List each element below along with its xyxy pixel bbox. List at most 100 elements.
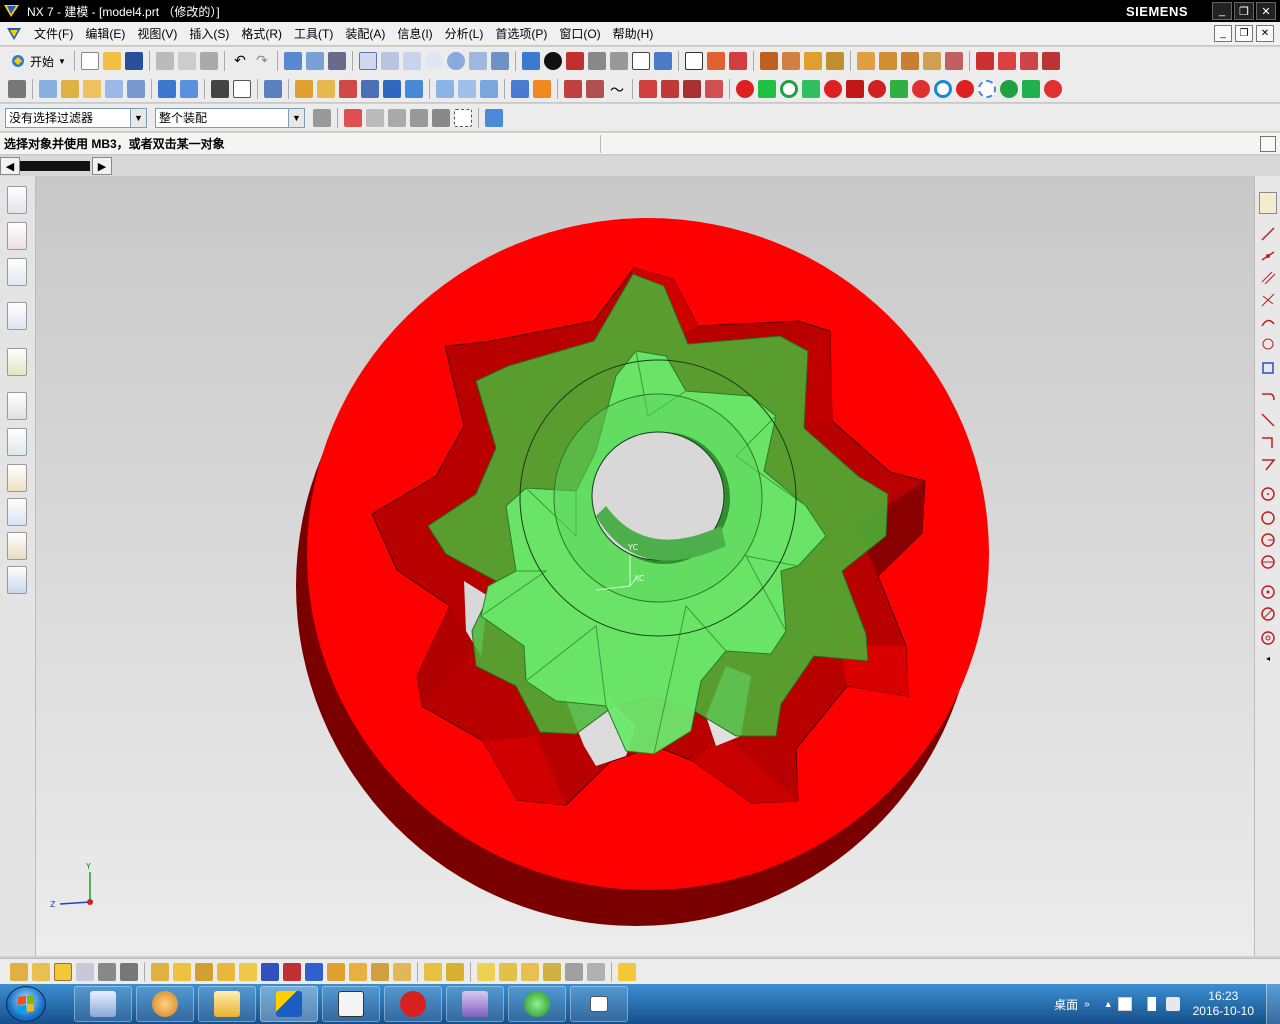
measure-angle-icon[interactable]: [803, 52, 822, 70]
circle-point-icon[interactable]: [1260, 630, 1276, 646]
menu-format[interactable]: 格式(R): [235, 23, 288, 45]
menu-file[interactable]: 文件(F): [28, 23, 79, 45]
web-browser-icon[interactable]: [7, 348, 27, 376]
studio-icon[interactable]: [587, 52, 606, 70]
fit-icon[interactable]: [358, 52, 377, 70]
graphics-window[interactable]: YC XC Y Z: [36, 176, 1254, 956]
cut-icon[interactable]: [155, 52, 174, 70]
intersect-icon[interactable]: [264, 79, 282, 98]
display-icon[interactable]: [305, 52, 324, 70]
tray-expand-icon[interactable]: ▲: [1104, 999, 1113, 1009]
taskbar-nx[interactable]: [260, 986, 318, 1022]
trim-corner-icon[interactable]: [1260, 456, 1276, 472]
assembly-tool-6-icon[interactable]: [120, 962, 138, 981]
orient-view-icon[interactable]: [653, 52, 672, 70]
unite-icon[interactable]: [211, 79, 229, 98]
manufacturing-wizard-icon[interactable]: [7, 498, 27, 526]
menu-assemblies[interactable]: 装配(A): [339, 23, 391, 45]
assembly-icon-4[interactable]: [922, 52, 941, 70]
undo-selection-icon[interactable]: [366, 108, 384, 127]
snap-control-icon[interactable]: [802, 79, 820, 98]
clearance-icon[interactable]: [393, 962, 411, 981]
bom-icon[interactable]: [587, 962, 605, 981]
parallel-line-icon[interactable]: [1260, 270, 1276, 286]
action-center-icon[interactable]: [1117, 997, 1132, 1011]
cylinder-icon[interactable]: [180, 79, 198, 98]
background-icon[interactable]: [631, 52, 650, 70]
circle-tangent-two-icon[interactable]: [1260, 606, 1276, 622]
maximize-button[interactable]: ❐: [1234, 2, 1254, 20]
datum-icon[interactable]: [105, 79, 123, 98]
assembly-tool-2-icon[interactable]: [32, 962, 50, 981]
show-desktop-button[interactable]: [1266, 984, 1280, 1024]
assembly-tool-1-icon[interactable]: [10, 962, 28, 981]
surface-icon-4[interactable]: [705, 79, 723, 98]
taskbar-drafting[interactable]: [446, 986, 504, 1022]
chamfer-icon[interactable]: [317, 79, 335, 98]
explode-icon[interactable]: [327, 962, 345, 981]
scope-select[interactable]: 整个装配 ▼: [155, 107, 305, 128]
select-feature-icon[interactable]: [410, 108, 428, 127]
assembly-navigator-icon[interactable]: [7, 186, 27, 214]
tab-scroll-thumb[interactable]: [20, 161, 90, 171]
copy-icon[interactable]: [177, 52, 196, 70]
revolve-icon[interactable]: [83, 79, 101, 98]
paste-icon[interactable]: [199, 52, 218, 70]
undo-icon[interactable]: ↶: [231, 52, 249, 70]
layer-icon[interactable]: [609, 52, 628, 70]
wave-link-icon[interactable]: [371, 962, 389, 981]
rotate-icon[interactable]: [446, 52, 465, 70]
select-faces-icon[interactable]: [388, 108, 406, 127]
snap-existing-icon[interactable]: [846, 79, 864, 98]
show-constraints-icon[interactable]: [305, 962, 323, 981]
snap-quadrant-icon[interactable]: [868, 79, 886, 98]
network-icon[interactable]: [1141, 997, 1156, 1011]
product-outline-icon[interactable]: [543, 962, 561, 981]
split-body-icon[interactable]: [458, 79, 476, 98]
wcs-rotate-icon[interactable]: [728, 52, 747, 70]
measure-length-icon[interactable]: [781, 52, 800, 70]
dock-toggle-icon[interactable]: [1259, 192, 1277, 214]
assembly-cut-icon[interactable]: [424, 962, 442, 981]
sew-icon[interactable]: [480, 79, 498, 98]
app-menu-icon[interactable]: [6, 26, 22, 42]
zoom-icon[interactable]: [380, 52, 399, 70]
mirror-icon[interactable]: [383, 79, 401, 98]
magnify-icon[interactable]: [424, 52, 443, 70]
subtract-icon[interactable]: [233, 79, 251, 98]
fillet-icon[interactable]: [1260, 390, 1276, 406]
curve-offset-icon[interactable]: [1019, 52, 1038, 70]
menu-help[interactable]: 帮助(H): [607, 23, 660, 45]
close-button[interactable]: ✕: [1256, 2, 1276, 20]
shaded-view-icon[interactable]: [521, 52, 540, 70]
component-icon[interactable]: [485, 108, 503, 127]
assembly-icon-1[interactable]: [856, 52, 875, 70]
volume-icon[interactable]: [1165, 997, 1180, 1011]
snap-all-icon[interactable]: [1044, 79, 1062, 98]
edit-object-icon[interactable]: [283, 52, 302, 70]
pattern-icon[interactable]: [405, 79, 423, 98]
circle-center-icon[interactable]: [1260, 486, 1276, 502]
constraint-navigator-icon[interactable]: [7, 222, 27, 250]
desktop-toolbar-label[interactable]: 桌面: [1054, 996, 1078, 1013]
minimize-button[interactable]: _: [1212, 2, 1232, 20]
line-point-icon[interactable]: [1260, 248, 1276, 264]
flame-icon[interactable]: [533, 79, 551, 98]
sketch-icon[interactable]: [39, 79, 57, 98]
assembly-icon-3[interactable]: [900, 52, 919, 70]
taskbar-explorer[interactable]: [198, 986, 256, 1022]
snap-pole-icon[interactable]: [1022, 79, 1040, 98]
visual-reporting-icon[interactable]: [565, 962, 583, 981]
snap-intersect-icon[interactable]: [824, 79, 842, 98]
start-button[interactable]: 开始 ▼: [6, 50, 70, 72]
assembly-icon-5[interactable]: [944, 52, 963, 70]
rect-select-icon[interactable]: [454, 108, 472, 127]
roles-icon[interactable]: [7, 532, 27, 560]
assembly-tool-4-icon[interactable]: [76, 962, 94, 981]
measure-distance-icon[interactable]: [759, 52, 778, 70]
taskbar-green-app[interactable]: [508, 986, 566, 1022]
extrude-icon[interactable]: [61, 79, 79, 98]
spline-icon[interactable]: [586, 79, 604, 98]
snap-end-icon[interactable]: [736, 79, 754, 98]
perspective-icon[interactable]: [490, 52, 509, 70]
